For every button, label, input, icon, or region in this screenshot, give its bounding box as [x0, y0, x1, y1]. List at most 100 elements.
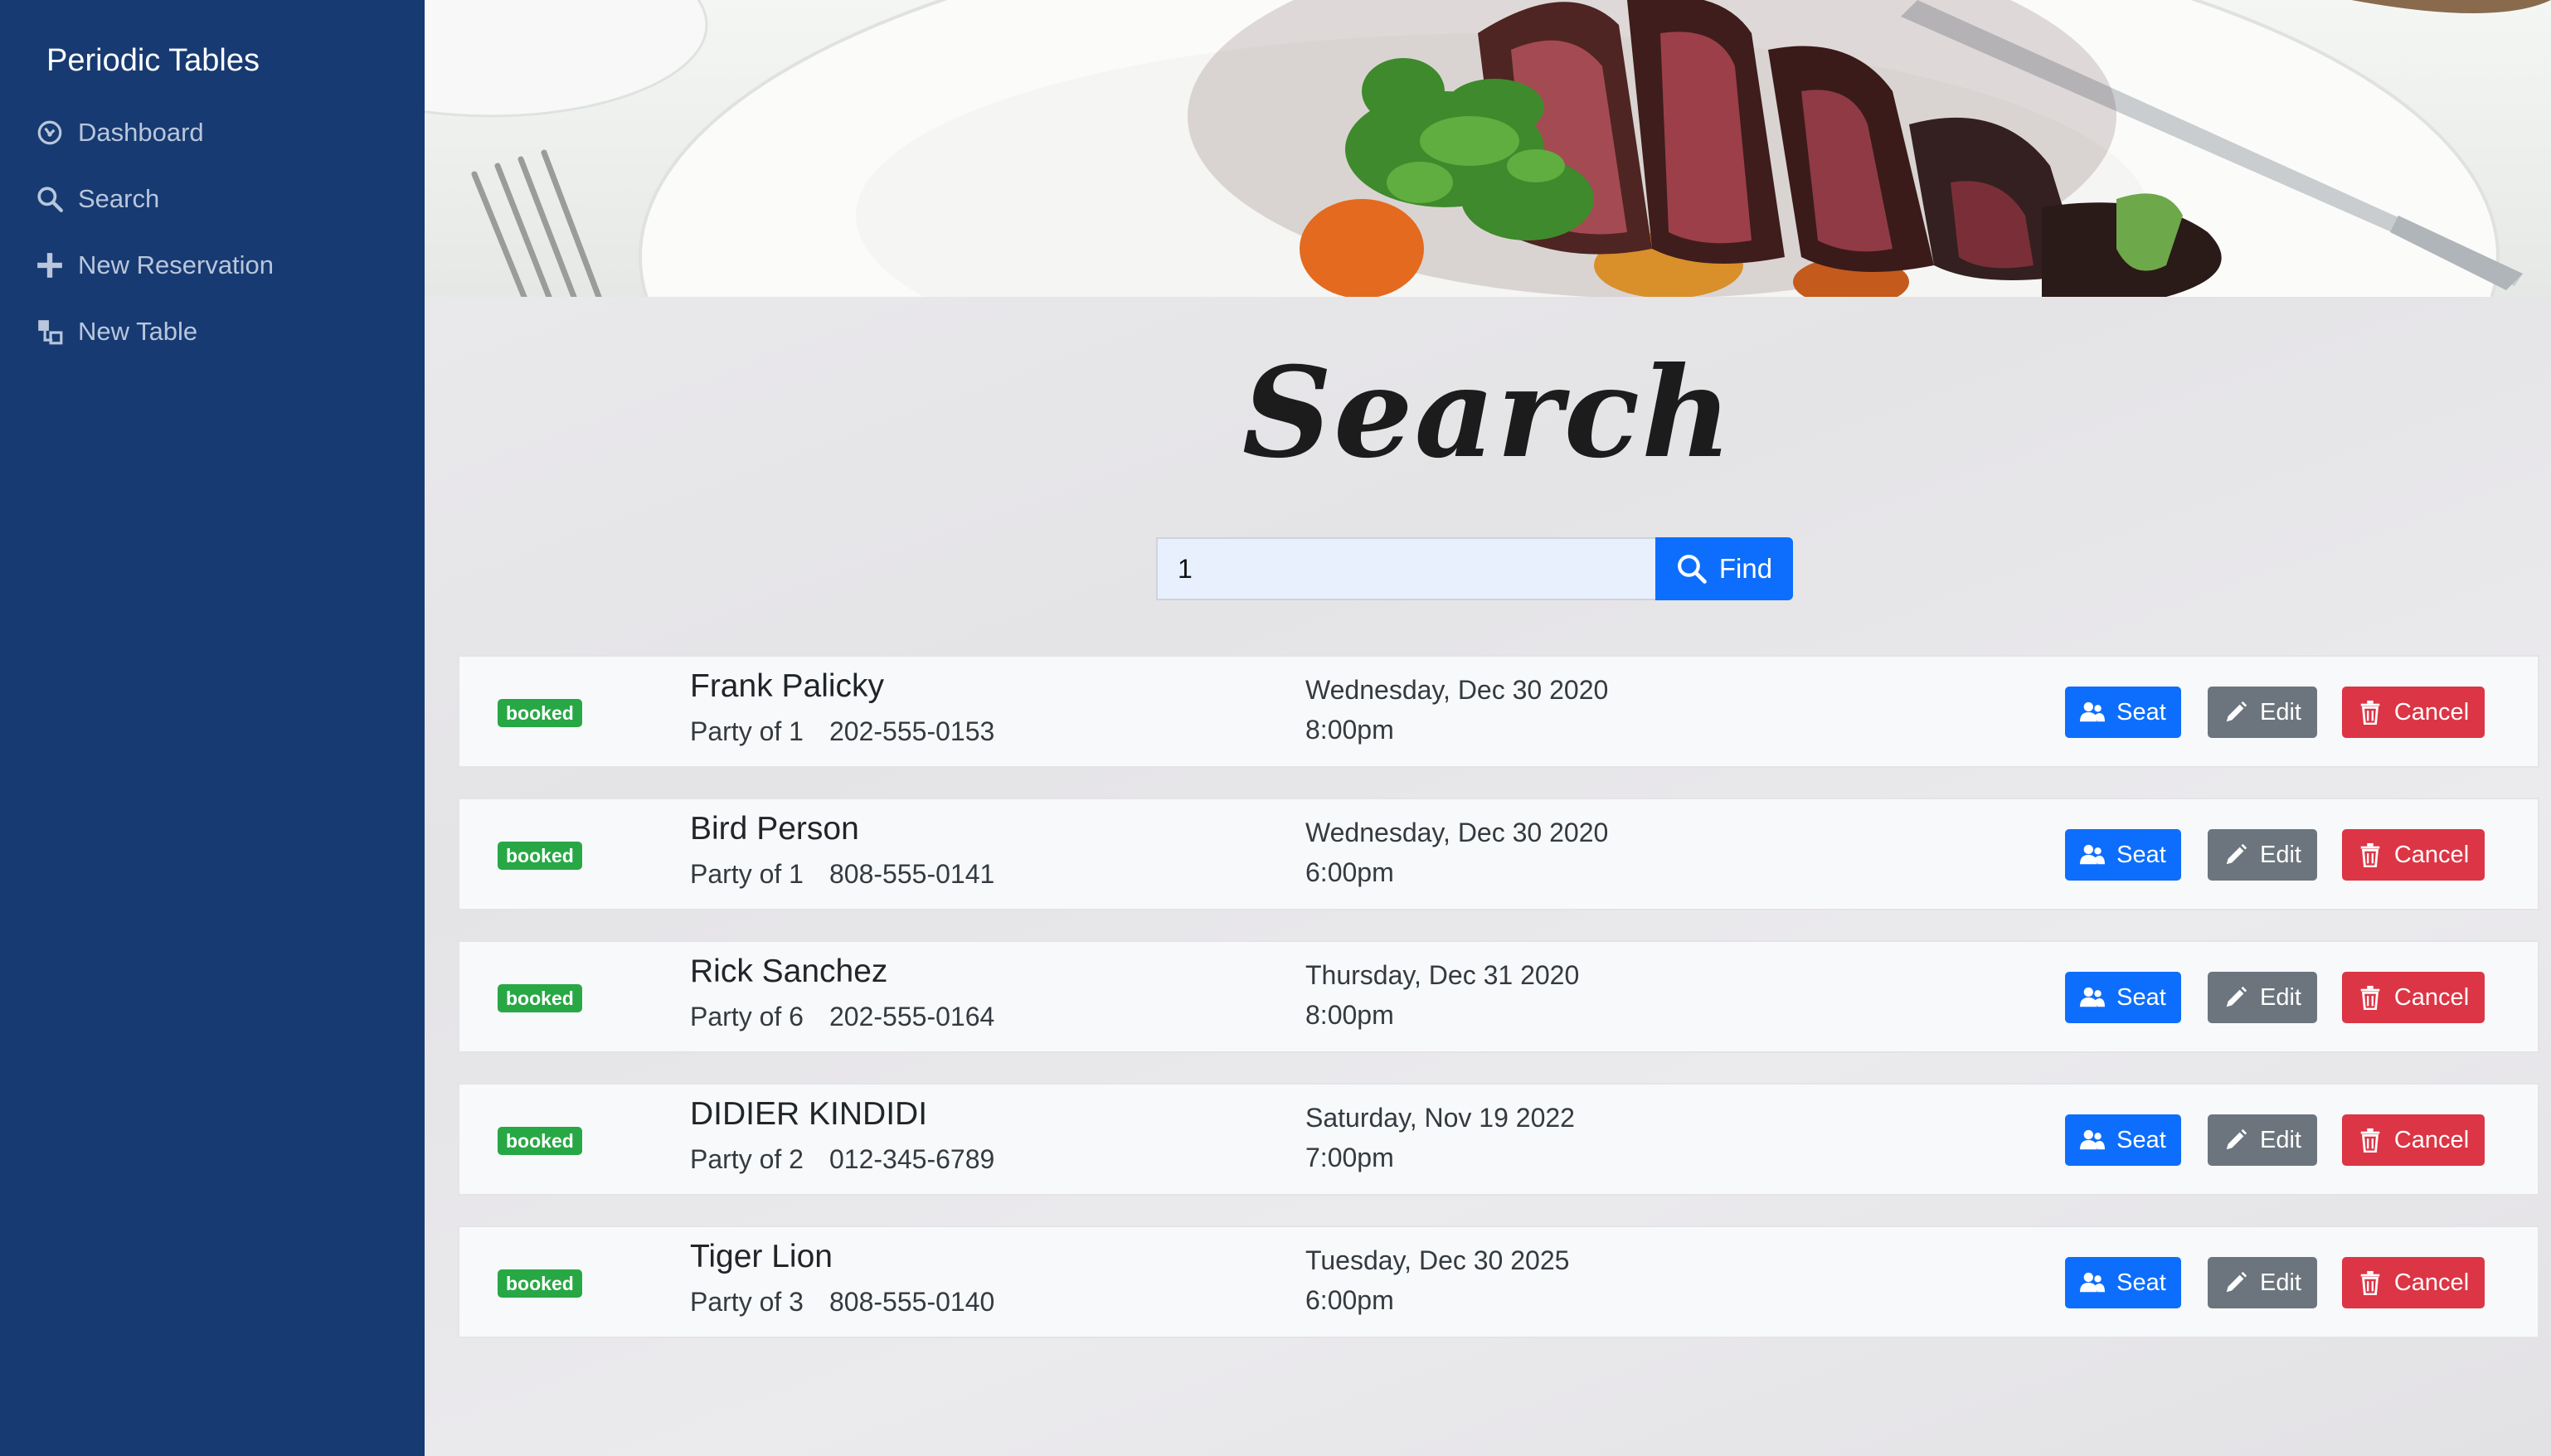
edit-button[interactable]: Edit [2208, 687, 2317, 738]
sidebar-item-label: Search [78, 184, 160, 213]
cancel-button-label: Cancel [2393, 1269, 2470, 1296]
search-icon [1677, 555, 1707, 584]
cancel-button-label: Cancel [2393, 983, 2470, 1011]
search-icon [35, 184, 65, 214]
seat-button[interactable]: Seat [2065, 972, 2181, 1023]
seat-button[interactable]: Seat [2065, 829, 2181, 881]
cancel-button-label: Cancel [2393, 1126, 2470, 1153]
page-title: Search [1241, 340, 1734, 486]
seat-button-label: Seat [2116, 698, 2166, 726]
main-content: Search Find booked Frank Palicky Party o… [425, 0, 2551, 1456]
reservation-date: Saturday, Nov 19 2022 [1305, 1103, 1575, 1133]
pencil-icon [2226, 843, 2247, 865]
cancel-button[interactable]: Cancel [2342, 829, 2485, 881]
reservation-date: Wednesday, Dec 30 2020 [1305, 818, 1609, 847]
seat-button[interactable]: Seat [2065, 1257, 2181, 1308]
cancel-button[interactable]: Cancel [2342, 687, 2485, 738]
reservation-name: Rick Sanchez [690, 954, 888, 989]
brand-title[interactable]: Periodic Tables [46, 43, 260, 79]
reservation-name: Frank Palicky [690, 668, 885, 704]
edit-button[interactable]: Edit [2208, 972, 2317, 1023]
search-form: Find [1156, 537, 1793, 600]
cancel-button[interactable]: Cancel [2342, 972, 2485, 1023]
status-badge: booked [498, 984, 582, 1012]
people-icon [2080, 987, 2106, 1007]
status-badge: booked [498, 1127, 582, 1155]
cancel-button-label: Cancel [2393, 841, 2470, 868]
reservation-card: booked Tiger Lion Party of 3 808-555-014… [458, 1225, 2539, 1338]
edit-button-label: Edit [2260, 698, 2301, 726]
pencil-icon [2226, 701, 2247, 722]
reservation-list: booked Frank Palicky Party of 1 202-555-… [458, 655, 2539, 1368]
sidebar-item-new-table[interactable]: New Table [35, 307, 197, 357]
pencil-icon [2226, 986, 2247, 1007]
trash-icon [2360, 1270, 2380, 1295]
edit-button[interactable]: Edit [2208, 1114, 2317, 1166]
cancel-button-label: Cancel [2393, 698, 2470, 726]
edit-button[interactable]: Edit [2208, 829, 2317, 881]
reservation-card: booked Bird Person Party of 1 808-555-01… [458, 798, 2539, 910]
edit-button-label: Edit [2260, 841, 2301, 868]
seat-button[interactable]: Seat [2065, 1114, 2181, 1166]
reservation-date: Thursday, Dec 31 2020 [1305, 960, 1580, 990]
find-button[interactable]: Find [1655, 537, 1793, 600]
seat-button-label: Seat [2116, 1269, 2166, 1296]
sidebar-item-dashboard[interactable]: Dashboard [35, 108, 204, 158]
trash-icon [2360, 700, 2380, 725]
people-icon [2080, 1129, 2106, 1150]
seat-button[interactable]: Seat [2065, 687, 2181, 738]
people-icon [2080, 844, 2106, 865]
reservation-name: Bird Person [690, 811, 859, 847]
sidebar-item-label: New Table [78, 317, 198, 346]
reservation-card: booked Rick Sanchez Party of 6 202-555-0… [458, 940, 2539, 1053]
seat-button-label: Seat [2116, 1126, 2166, 1153]
find-button-label: Find [1718, 553, 1773, 584]
mobile-number: 202-555-0164 [829, 1002, 995, 1031]
reservation-card: booked DIDIER KINDIDI Party of 2 012-345… [458, 1083, 2539, 1196]
people-icon [2080, 701, 2106, 722]
seat-button-label: Seat [2116, 841, 2166, 868]
reservation-time: 7:00pm [1305, 1143, 1394, 1172]
cancel-button[interactable]: Cancel [2342, 1114, 2485, 1166]
hero-food-image [425, 0, 2551, 297]
edit-button-label: Edit [2260, 1126, 2301, 1153]
trash-icon [2360, 842, 2380, 867]
mobile-number: 202-555-0153 [829, 716, 995, 746]
pencil-icon [2226, 1271, 2247, 1293]
cancel-button[interactable]: Cancel [2342, 1257, 2485, 1308]
dashboard-icon [35, 118, 65, 148]
party-size: Party of 6 [690, 1002, 804, 1031]
people-icon [2080, 1272, 2106, 1293]
reservation-date: Wednesday, Dec 30 2020 [1305, 675, 1609, 705]
sidebar-item-label: New Reservation [78, 250, 275, 279]
sidebar-item-search[interactable]: Search [35, 174, 159, 224]
plus-icon [35, 250, 65, 280]
trash-icon [2360, 1128, 2380, 1153]
status-badge: booked [498, 842, 582, 870]
edit-button[interactable]: Edit [2208, 1257, 2317, 1308]
edit-button-label: Edit [2260, 1269, 2301, 1296]
reservation-date: Tuesday, Dec 30 2025 [1305, 1245, 1570, 1275]
mobile-number: 012-345-6789 [829, 1144, 995, 1174]
party-size: Party of 3 [690, 1287, 804, 1317]
steak-plate-illustration [425, 0, 2551, 297]
table-icon [35, 317, 65, 347]
sidebar-item-label: Dashboard [78, 118, 204, 147]
reservation-time: 6:00pm [1305, 857, 1394, 887]
reservation-name: Tiger Lion [690, 1239, 833, 1274]
reservation-time: 8:00pm [1305, 715, 1394, 745]
seat-button-label: Seat [2116, 983, 2166, 1011]
sidebar-item-new-reservation[interactable]: New Reservation [35, 240, 274, 290]
mobile-number: 808-555-0140 [829, 1287, 995, 1317]
party-size: Party of 1 [690, 716, 804, 746]
party-size: Party of 2 [690, 1144, 804, 1174]
status-badge: booked [498, 1269, 582, 1298]
search-input[interactable] [1156, 537, 1655, 600]
reservation-name: DIDIER KINDIDI [690, 1096, 928, 1132]
trash-icon [2360, 985, 2380, 1010]
status-badge: booked [498, 699, 582, 727]
edit-button-label: Edit [2260, 983, 2301, 1011]
reservation-card: booked Frank Palicky Party of 1 202-555-… [458, 655, 2539, 768]
reservation-time: 6:00pm [1305, 1285, 1394, 1315]
pencil-icon [2226, 1128, 2247, 1150]
